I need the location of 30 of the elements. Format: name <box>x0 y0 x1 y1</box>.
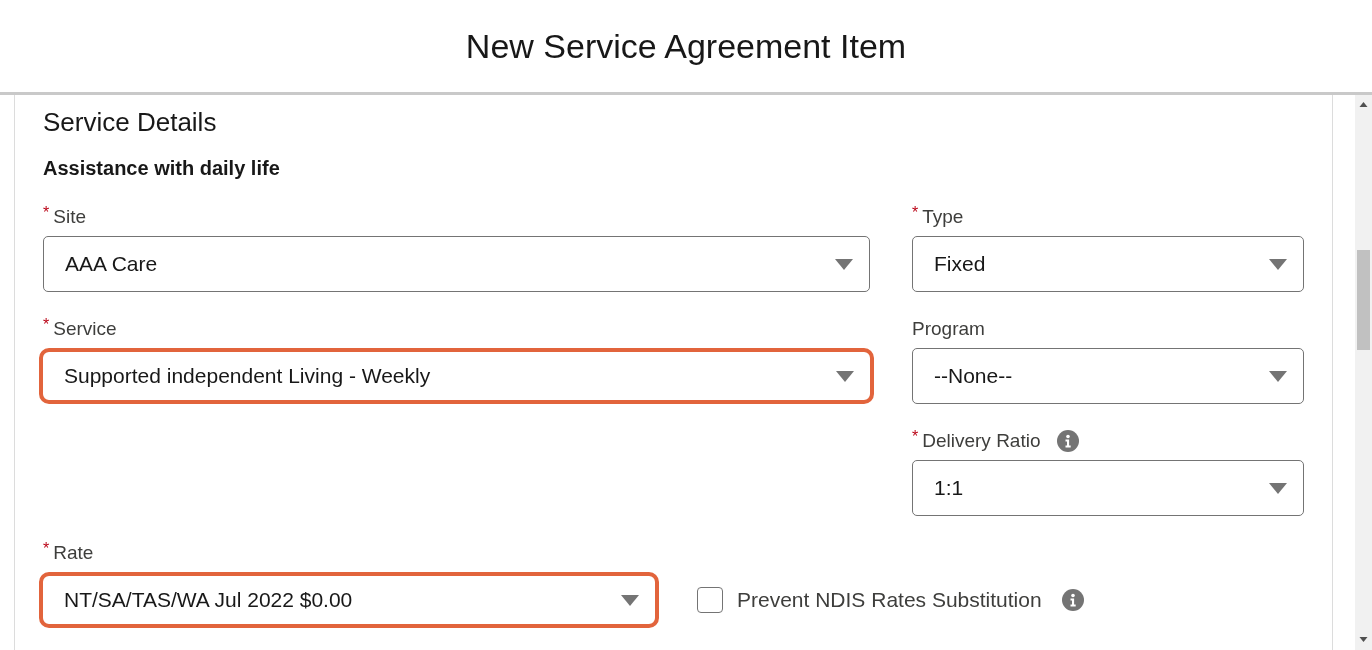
info-icon[interactable] <box>1056 430 1079 452</box>
required-mark: * <box>43 204 50 222</box>
field-label: Service <box>53 318 117 340</box>
dialog-title: New Service Agreement Item <box>465 26 907 66</box>
select-field[interactable]: 1:1 <box>912 460 1304 516</box>
caret-icon <box>836 370 854 382</box>
select-field[interactable]: Fixed <box>912 236 1304 292</box>
caret-icon <box>835 258 853 270</box>
select-field[interactable]: Supported independent Living - Weekly <box>39 348 874 404</box>
section-heading: Service Details <box>43 106 218 139</box>
required-mark: * <box>43 540 50 558</box>
select-field[interactable]: --None-- <box>912 348 1304 404</box>
field-label: Program <box>912 318 985 340</box>
section-subheading: Assistance with daily life <box>43 156 281 181</box>
required-mark: * <box>912 428 919 446</box>
checkbox-label: Prevent NDIS Rates Substitution <box>737 588 1042 612</box>
field-label: Rate <box>53 542 94 564</box>
select-field[interactable]: AAA Care <box>43 236 870 292</box>
checkbox[interactable] <box>697 587 723 613</box>
info-icon[interactable] <box>1061 589 1084 611</box>
required-mark: * <box>912 204 919 222</box>
required-mark: * <box>43 316 50 334</box>
caret-icon <box>1269 370 1287 382</box>
field-label: Type <box>922 206 964 228</box>
field-label: Site <box>53 206 86 228</box>
caret-icon <box>621 594 639 606</box>
select-field[interactable]: NT/SA/TAS/WA Jul 2022 $0.00 <box>39 572 659 628</box>
field-label: Delivery Ratio <box>922 430 1041 452</box>
caret-icon <box>1269 482 1287 494</box>
caret-icon <box>1269 258 1287 270</box>
